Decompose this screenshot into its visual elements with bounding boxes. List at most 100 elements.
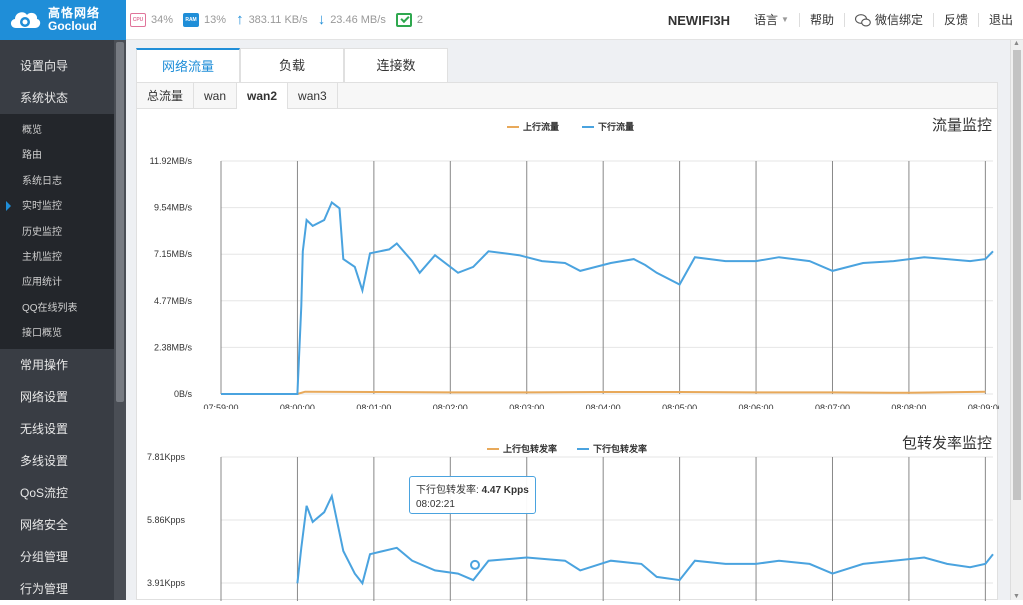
top-nav: NEWIFI3H 语言 ▼ 帮助 微信绑定 反馈 退出 — [668, 0, 1023, 40]
ram-value: 13% — [204, 14, 227, 26]
sidebar-scroll-thumb[interactable] — [116, 42, 124, 402]
legend-label: 上行包转发率 — [503, 443, 557, 454]
cpu-usage: CPU 34% — [130, 13, 173, 27]
y-tick-label: 2.38MB/s — [154, 342, 193, 352]
subtab-wan2[interactable]: wan2 — [237, 83, 289, 109]
sidebar-item-group[interactable]: 多线设置 — [0, 445, 126, 477]
subtab-wan[interactable]: wan — [194, 83, 238, 109]
online-devices[interactable]: 2 — [395, 13, 423, 27]
legend-label: 下行包转发率 — [593, 443, 647, 454]
sidebar-subitem[interactable]: 历史监控 — [0, 220, 126, 245]
status-bar: CPU 34% RAM 13% ↑ 383.11 KB/s ↓ 23.46 MB… — [130, 0, 433, 40]
legend-label: 上行流量 — [523, 121, 559, 132]
chart-panel: 总流量 wan wan2 wan3 流量监控 上行流量 下行流量 0B/s 2.38MB… — [136, 82, 999, 601]
sidebar-subitem[interactable]: 接口概览 — [0, 321, 126, 346]
chart-title: 流量监控 — [932, 117, 992, 134]
wechat-icon — [854, 13, 871, 26]
sidebar-item-group[interactable]: 常用操作 — [0, 349, 126, 381]
chart-tooltip: 下行包转发率: 4.47 Kpps 08:02:21 — [409, 476, 536, 514]
scroll-up-icon[interactable]: ▲ — [1013, 40, 1020, 47]
x-tick-label: 08:00:00 — [280, 403, 315, 409]
tooltip-label: 下行包转发率: — [416, 485, 479, 496]
help-link[interactable]: 帮助 — [798, 13, 844, 27]
feedback-link[interactable]: 反馈 — [932, 13, 978, 27]
x-tick-label: 08:01:00 — [356, 403, 391, 409]
main-scrollbar[interactable]: ▲ ▼ — [1010, 40, 1023, 600]
brand-logo[interactable]: 高恪网络 Gocloud — [0, 0, 126, 40]
traffic-chart: 流量监控 上行流量 下行流量 0B/s 2.38MB/s 4.77MB/s 7.15MB/s… — [150, 117, 999, 409]
cpu-value: 34% — [151, 14, 174, 26]
x-tick-label: 08:04:00 — [586, 403, 621, 409]
tooltip-time: 08:02:21 — [416, 499, 455, 510]
brand-name-en: Gocloud — [48, 19, 97, 33]
tooltip-value: 4.47 Kpps — [481, 485, 529, 496]
x-tick-label: 08:08:00 — [891, 403, 926, 409]
sidebar-subitem[interactable]: 实时监控 — [0, 194, 126, 219]
y-tick-label: 7.15MB/s — [154, 249, 193, 259]
sidebar-subitem[interactable]: 主机监控 — [0, 245, 126, 270]
x-tick-label: 08:07:00 — [815, 403, 850, 409]
main-content: 网络流量 负载 连接数 总流量 wan wan2 wan3 流量监控 上行流量 下行… — [126, 40, 1023, 601]
y-tick-label: 7.81Kpps — [147, 452, 186, 462]
download-value: 23.46 MB/s — [330, 14, 386, 26]
tab-network-traffic[interactable]: 网络流量 — [136, 48, 240, 82]
upload-arrow-icon: ↑ — [236, 11, 244, 28]
chevron-down-icon: ▼ — [781, 15, 789, 24]
interface-tabs: 总流量 wan wan2 wan3 — [137, 83, 997, 109]
x-tick-label: 08:02:00 — [433, 403, 468, 409]
sidebar-subitem[interactable]: QQ在线列表 — [0, 296, 126, 321]
sidebar-item-group[interactable]: 网络设置 — [0, 381, 126, 413]
x-tick-label: 08:05:00 — [662, 403, 697, 409]
y-tick-label: 0B/s — [174, 389, 193, 399]
device-name: NEWIFI3H — [667, 12, 730, 28]
sidebar-scrollbar[interactable] — [114, 40, 126, 600]
y-tick-label: 5.86Kpps — [147, 515, 186, 525]
x-tick-label: 07:59:00 — [203, 403, 238, 409]
subtab-wan3[interactable]: wan3 — [288, 83, 338, 109]
upload-value: 383.11 KB/s — [248, 14, 308, 26]
subtab-total[interactable]: 总流量 — [137, 83, 195, 109]
sidebar: 设置向导 系统状态 概览 路由 系统日志 实时监控 历史监控 主机监控 应用统计 QQ在线列表接… — [0, 40, 126, 600]
online-devices-count: 2 — [416, 14, 423, 26]
cpu-icon: CPU — [130, 13, 146, 27]
main-tabs: 网络流量 负载 连接数 — [136, 48, 448, 82]
sidebar-subitem[interactable]: 应用统计 — [0, 270, 126, 295]
sidebar-item-group[interactable]: 网络安全 — [0, 509, 126, 541]
sidebar-item-group[interactable]: 系统状态 — [0, 82, 126, 114]
legend-label: 下行流量 — [598, 121, 634, 132]
cloud-logo-icon — [8, 6, 42, 34]
tab-connections[interactable]: 连接数 — [344, 48, 448, 82]
download-arrow-icon: ↓ — [317, 11, 326, 28]
sidebar-subitem[interactable]: 系统日志 — [0, 169, 126, 194]
tab-load[interactable]: 负载 — [240, 48, 344, 82]
x-tick-label: 08:09:00 — [968, 403, 999, 409]
sidebar-subitem[interactable]: 路由 — [0, 143, 126, 168]
y-tick-label: 3.91Kpps — [147, 578, 186, 588]
x-tick-label: 08:03:00 — [509, 403, 544, 409]
language-menu[interactable]: 语言 ▼ — [744, 13, 799, 27]
chart-title: 包转发率监控 — [902, 435, 992, 452]
sidebar-submenu: 概览 路由 系统日志 实时监控 历史监控 主机监控 应用统计 QQ在线列表 接口概览 — [0, 114, 126, 349]
y-tick-label: 11.92MB/s — [150, 156, 193, 166]
sidebar-item-group[interactable]: 无线设置 — [0, 413, 126, 445]
download-rate: ↓ 23.46 MB/s — [317, 11, 386, 28]
series-download-line — [221, 200, 994, 395]
logout-link[interactable]: 退出 — [977, 13, 1023, 27]
sidebar-item-group[interactable]: QoS流控 — [0, 477, 126, 509]
wechat-bind-label: 微信绑定 — [874, 13, 923, 27]
top-bar: 高恪网络 Gocloud CPU 34% RAM 13% ↑ 383.11 KB… — [0, 0, 1023, 40]
wechat-bind-link[interactable]: 微信绑定 — [843, 13, 933, 27]
main-scroll-thumb[interactable] — [1013, 50, 1021, 500]
y-tick-label: 9.54MB/s — [154, 203, 193, 213]
ram-icon: RAM — [183, 13, 200, 27]
scroll-down-icon[interactable]: ▼ — [1013, 593, 1020, 600]
y-tick-label: 4.77MB/s — [154, 296, 193, 306]
language-label: 语言 — [754, 13, 779, 27]
sidebar-item-group[interactable]: 分组管理 — [0, 541, 126, 573]
sidebar-subitem[interactable]: 概览 — [0, 118, 126, 143]
packet-rate-chart: 包转发率监控 上行包转发率 下行包转发率 7.81Kpps 5.86Kpps 3.91Kp… — [147, 435, 994, 601]
upload-rate: ↑ 383.11 KB/s — [236, 11, 308, 28]
x-tick-label: 08:06:00 — [739, 403, 774, 409]
sidebar-item-group[interactable]: 设置向导 — [0, 50, 126, 82]
ram-usage: RAM 13% — [183, 13, 226, 27]
